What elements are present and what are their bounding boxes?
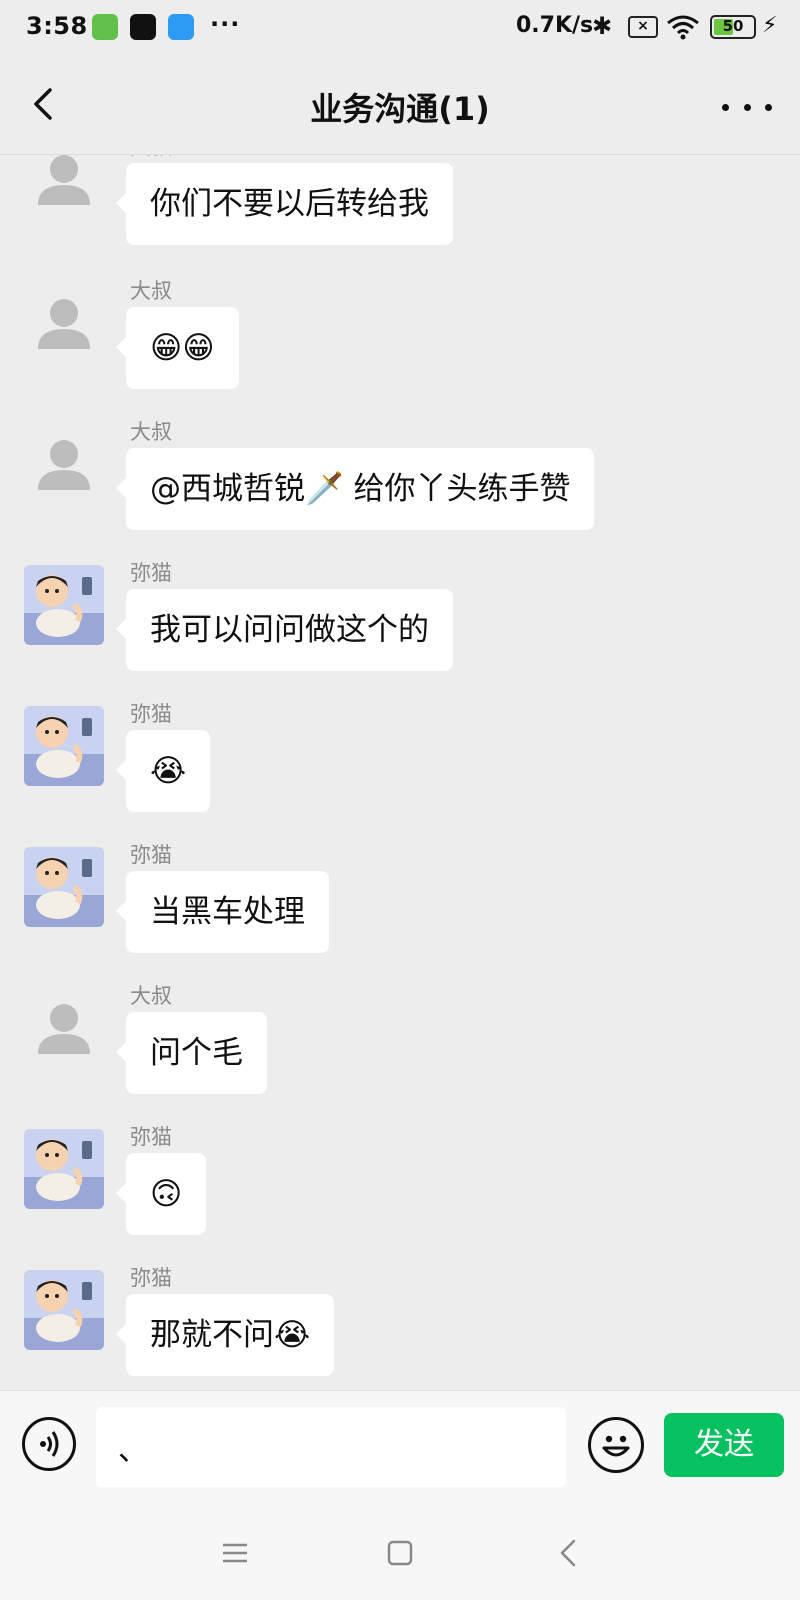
no-sim-icon: ×	[628, 16, 658, 38]
home-square-icon	[387, 1540, 413, 1566]
app-notification-icon	[92, 14, 118, 40]
cartoon-avatar-icon	[24, 706, 104, 786]
sender-name: 弥猫	[130, 1125, 172, 1149]
cartoon-avatar-icon	[24, 847, 104, 927]
avatar[interactable]	[24, 706, 104, 786]
emoji-icon	[602, 1435, 630, 1457]
sender-name: 大叔	[130, 155, 172, 161]
page-title: 业务沟通(1)	[310, 90, 490, 128]
message-bubble[interactable]: 🙃	[115, 1153, 207, 1235]
avatar[interactable]	[24, 155, 104, 219]
input-bar: 发送	[0, 1390, 800, 1503]
avatar[interactable]	[24, 565, 104, 645]
charging-bolt-icon: ⚡	[762, 13, 778, 38]
send-button[interactable]: 发送	[664, 1413, 784, 1477]
message-row: 大叔 @西城哲锐🗡️ 给你丫头练手赞	[0, 414, 800, 554]
back-triangle-icon	[560, 1539, 576, 1567]
default-avatar-icon	[38, 440, 90, 490]
avatar[interactable]	[24, 283, 104, 363]
app-notification-icon	[168, 14, 194, 40]
message-input[interactable]	[96, 1407, 566, 1487]
voice-button[interactable]	[22, 1417, 76, 1471]
more-options-button[interactable]	[722, 82, 772, 132]
nav-back-button[interactable]	[548, 1533, 588, 1573]
message-bubble[interactable]: 那就不问😭	[115, 1294, 335, 1376]
message-bubble[interactable]: 问个毛	[116, 1012, 267, 1094]
status-bar: 3:58 ··· 0.7K/s ✱ × 50 ⚡	[0, 0, 800, 58]
avatar[interactable]	[24, 424, 104, 504]
sender-name: 弥猫	[130, 702, 172, 726]
sender-name: 大叔	[130, 279, 172, 303]
recents-button[interactable]	[215, 1533, 255, 1573]
message-row: 弥猫那就不问😭	[0, 1260, 800, 1390]
sender-name: 大叔	[130, 420, 172, 444]
message-row: 弥猫 😭	[0, 696, 800, 836]
status-time: 3:58	[26, 12, 88, 40]
home-button[interactable]	[380, 1533, 420, 1573]
network-speed: 0.7K/s	[516, 13, 594, 38]
tiktok-notification-icon	[130, 14, 156, 40]
default-avatar-icon	[38, 299, 90, 349]
dot-icon	[765, 103, 772, 111]
more-notifications-icon: ···	[210, 10, 241, 38]
sender-name: 大叔	[130, 984, 172, 1008]
message-bubble[interactable]: 😭	[115, 730, 211, 812]
avatar[interactable]	[24, 847, 104, 927]
avatar[interactable]	[24, 1129, 104, 1209]
message-list[interactable]: 大叔你们不要以后转给我大叔😁😁大叔@西城哲锐🗡️ 给你丫头练手赞弥猫我可以问问做…	[0, 155, 800, 1390]
wifi-icon	[667, 15, 699, 40]
voice-icon	[40, 1431, 59, 1457]
sender-name: 弥猫	[130, 561, 172, 585]
avatar[interactable]	[24, 1270, 104, 1350]
message-bubble[interactable]: @西城哲锐🗡️ 给你丫头练手赞	[115, 448, 595, 530]
menu-icon	[223, 1543, 247, 1563]
emoji-button[interactable]	[588, 1417, 644, 1473]
chat-header: 业务沟通(1)	[0, 58, 800, 155]
battery-level: 50	[722, 17, 744, 35]
message-row: 大叔 😁😁	[0, 273, 800, 413]
dot-icon	[743, 103, 751, 111]
message-row: 弥猫我可以问问做这个的	[0, 555, 800, 695]
battery-icon: 50	[710, 15, 756, 39]
cartoon-avatar-icon	[24, 1129, 104, 1209]
system-nav-bar	[0, 1503, 800, 1600]
message-row: 大叔你们不要以后转给我	[0, 155, 800, 269]
default-avatar-icon	[38, 1004, 90, 1054]
message-bubble[interactable]: 你们不要以后转给我	[116, 163, 453, 245]
default-avatar-icon	[38, 155, 90, 205]
dot-icon	[722, 103, 729, 111]
message-row: 大叔问个毛	[0, 978, 800, 1118]
bluetooth-icon: ✱	[592, 12, 613, 40]
message-bubble[interactable]: 当黑车处理	[116, 871, 329, 953]
message-row: 弥猫 🙃	[0, 1119, 800, 1259]
avatar[interactable]	[24, 988, 104, 1068]
sender-name: 弥猫	[130, 843, 172, 867]
message-bubble[interactable]: 😁😁	[116, 307, 239, 389]
message-row: 弥猫当黑车处理	[0, 837, 800, 977]
cartoon-avatar-icon	[24, 565, 104, 645]
cartoon-avatar-icon	[24, 1270, 104, 1350]
message-bubble[interactable]: 我可以问问做这个的	[116, 589, 453, 671]
sender-name: 弥猫	[130, 1266, 172, 1290]
